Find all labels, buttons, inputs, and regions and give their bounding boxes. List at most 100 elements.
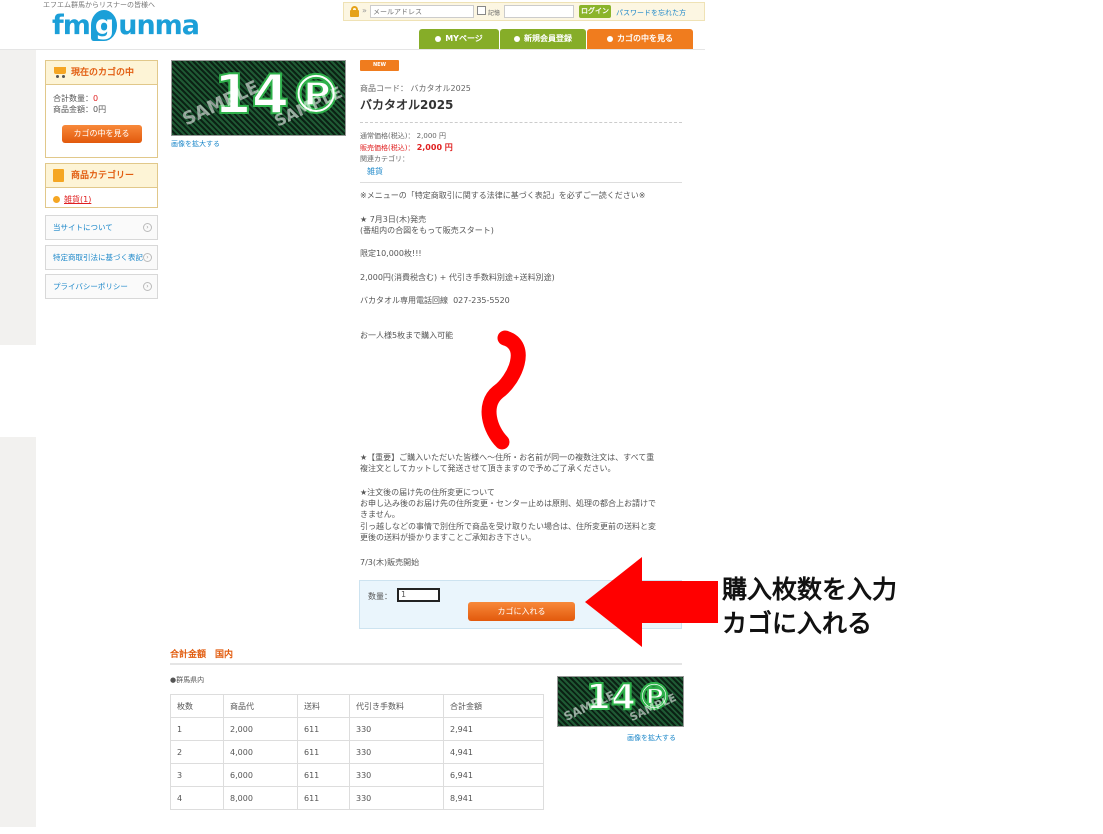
annotation-line-2: カゴに入れる	[722, 609, 873, 638]
table-cell: 611	[297, 786, 350, 810]
forgot-password-link[interactable]: パスワードを忘れた方	[616, 8, 686, 18]
table-row: 2 4,000 611 330 4,941	[170, 740, 544, 764]
column-header: 送料	[297, 694, 350, 718]
chevron-right-icon: ›	[143, 282, 152, 291]
sidebar-category-header: 商品カテゴリー	[46, 164, 157, 188]
table-cell: 6,000	[223, 763, 298, 787]
category-item-zakka[interactable]: 雑貨(1)	[46, 188, 157, 205]
cart-icon	[607, 35, 613, 42]
table-cell: 8,000	[223, 786, 298, 810]
important-notice-2: 複注文としてカットして発送させて頂きますので予めご了承ください。	[360, 464, 616, 473]
table-cell: 330	[349, 717, 444, 741]
table-cell: 330	[349, 763, 444, 787]
table-row: 4 8,000 611 330 8,941	[170, 786, 544, 810]
sidebar-cart-box: 現在のカゴの中 合計数量：0 商品金額：0円 カゴの中を見る	[45, 60, 158, 158]
login-button[interactable]: ログイン	[579, 5, 611, 18]
chevron-right-icon: ›	[143, 223, 152, 232]
site-logo[interactable]: fm g unma	[52, 10, 200, 41]
new-badge: NEW	[360, 60, 399, 71]
nav-cart-tab[interactable]: カゴの中を見る	[587, 29, 693, 49]
address-change-2: きません。	[360, 510, 400, 519]
category-item-label[interactable]: 雑貨(1)	[64, 195, 91, 204]
product-thumbnail[interactable]: 14℗ SAMPLE SAMPLE	[557, 676, 684, 727]
table-cell: 1	[170, 717, 224, 741]
cart-qty-label: 合計数量：	[53, 94, 93, 103]
divider	[170, 663, 682, 665]
sidebar-category-title: 商品カテゴリー	[71, 171, 135, 181]
table-cell: 611	[297, 763, 350, 787]
table-cell: 330	[349, 740, 444, 764]
sidebar-link-label: 当サイトについて	[53, 223, 113, 232]
table-cell: 4	[170, 786, 224, 810]
phone-text: バカタオル専用電話回線 027-235-5520	[360, 296, 510, 305]
table-cell: 330	[349, 786, 444, 810]
sidebar-cart-title: 現在のカゴの中	[71, 68, 135, 78]
remember-label: 記憶	[488, 10, 501, 17]
view-cart-button[interactable]: カゴの中を見る	[61, 125, 142, 143]
release-date: ★ 7月3日(木)発売	[360, 215, 427, 224]
sidebar-link-label: プライバシーポリシー	[53, 282, 128, 291]
related-category-label: 関連カテゴリ：	[360, 155, 409, 163]
cart-icon	[52, 67, 66, 78]
cart-amount-value: 0円	[93, 105, 107, 114]
sale-price-value: 2,000 円	[416, 143, 453, 152]
sidebar-link-tokutei[interactable]: 特定商取引法に基づく表記 ›	[45, 245, 158, 270]
page-screenshot-top: エフエム群馬からリスナーの皆様へ fmgunma » 記憶 ログイン パスワード…	[0, 0, 705, 345]
address-change-1: お申し込み後のお届け先の住所変更・センター止めは原則、処理の都合上お請けで	[360, 499, 656, 508]
table-cell: 2,941	[443, 717, 544, 741]
remember-checkbox[interactable]	[477, 6, 486, 15]
quantity-input[interactable]: 1	[397, 588, 440, 602]
table-cell: 4,000	[223, 740, 298, 764]
sidebar-category-box: 商品カテゴリー 雑貨(1)	[45, 163, 158, 208]
nav-cart-label: カゴの中を見る	[617, 34, 673, 43]
column-header: 合計金額	[443, 694, 544, 718]
nav-register-label: 新規会員登録	[524, 34, 572, 43]
zoom-image-link[interactable]: 画像を拡大する	[171, 139, 220, 149]
email-input[interactable]	[370, 5, 474, 18]
column-header: 枚数	[170, 694, 224, 718]
divider	[360, 122, 682, 123]
qty-label: 数量：	[368, 592, 392, 601]
notice-text: ※メニューの「特定商取引に関する法律に基づく表記」を必ずご一読ください※	[360, 191, 646, 200]
arrow-circle-icon	[514, 35, 520, 42]
site-tagline: エフエム群馬からリスナーの皆様へ	[43, 1, 155, 9]
sale-start-text: 7/3(木)販売開始	[360, 558, 420, 567]
nav-mypage-tab[interactable]: MYページ	[419, 29, 499, 49]
limit-per-person: お一人様5枚まで購入可能	[360, 331, 454, 340]
cart-amount-label: 商品金額：	[53, 105, 93, 114]
site-header: エフエム群馬からリスナーの皆様へ fmgunma » 記憶 ログイン パスワード…	[0, 0, 705, 50]
important-notice-1: ★【重要】ご購入いただいた皆様へ～住所・お名前が同一の複数注文は、すべて重	[360, 453, 655, 462]
book-icon	[53, 169, 64, 182]
table-row: 3 6,000 611 330 6,941	[170, 763, 544, 787]
product-code: 商品コード： バカタオル2025	[360, 84, 471, 93]
nav-register-tab[interactable]: 新規会員登録	[500, 29, 586, 49]
double-chevron-icon: »	[362, 6, 367, 15]
zoom-image-link[interactable]: 画像を拡大する	[627, 733, 676, 743]
nav-mypage-label: MYページ	[445, 34, 483, 43]
sale-price-label: 販売価格(税込)：	[360, 144, 415, 152]
cart-qty-row: 合計数量：0	[46, 93, 157, 104]
bullet-icon	[53, 196, 60, 203]
address-change-title: ★注文後の届け先の住所変更について	[360, 488, 495, 497]
related-category-link[interactable]: 雑貨	[367, 166, 383, 177]
price-note: 2,000円(消費税含む) + 代引き手数料別途+送料別途)	[360, 273, 555, 282]
logo-text-unma: unma	[118, 10, 200, 41]
sidebar-link-privacy[interactable]: プライバシーポリシー ›	[45, 274, 158, 299]
password-input[interactable]	[504, 5, 574, 18]
column-header: 商品代	[223, 694, 298, 718]
logo-speech-g: g	[90, 10, 118, 41]
continuation-squiggle	[481, 330, 526, 450]
divider	[360, 182, 682, 183]
add-to-cart-button[interactable]: カゴに入れる	[468, 602, 575, 621]
address-change-4: 更後の送料が掛かりますことご承知おき下さい。	[360, 533, 536, 542]
table-cell: 611	[297, 717, 350, 741]
totals-title: 合計金額 国内	[170, 650, 234, 660]
table-cell: 3	[170, 763, 224, 787]
sidebar-link-label: 特定商取引法に基づく表記	[53, 253, 143, 262]
table-cell: 6,941	[443, 763, 544, 787]
product-image[interactable]: 14℗ SAMPLE SAMPLE	[171, 60, 346, 136]
sidebar-link-about[interactable]: 当サイトについて ›	[45, 215, 158, 240]
regular-price: 通常価格(税込)： 2,000 円	[360, 132, 446, 140]
column-header: 代引き手数料	[349, 694, 444, 718]
red-arrow-icon	[585, 557, 718, 647]
